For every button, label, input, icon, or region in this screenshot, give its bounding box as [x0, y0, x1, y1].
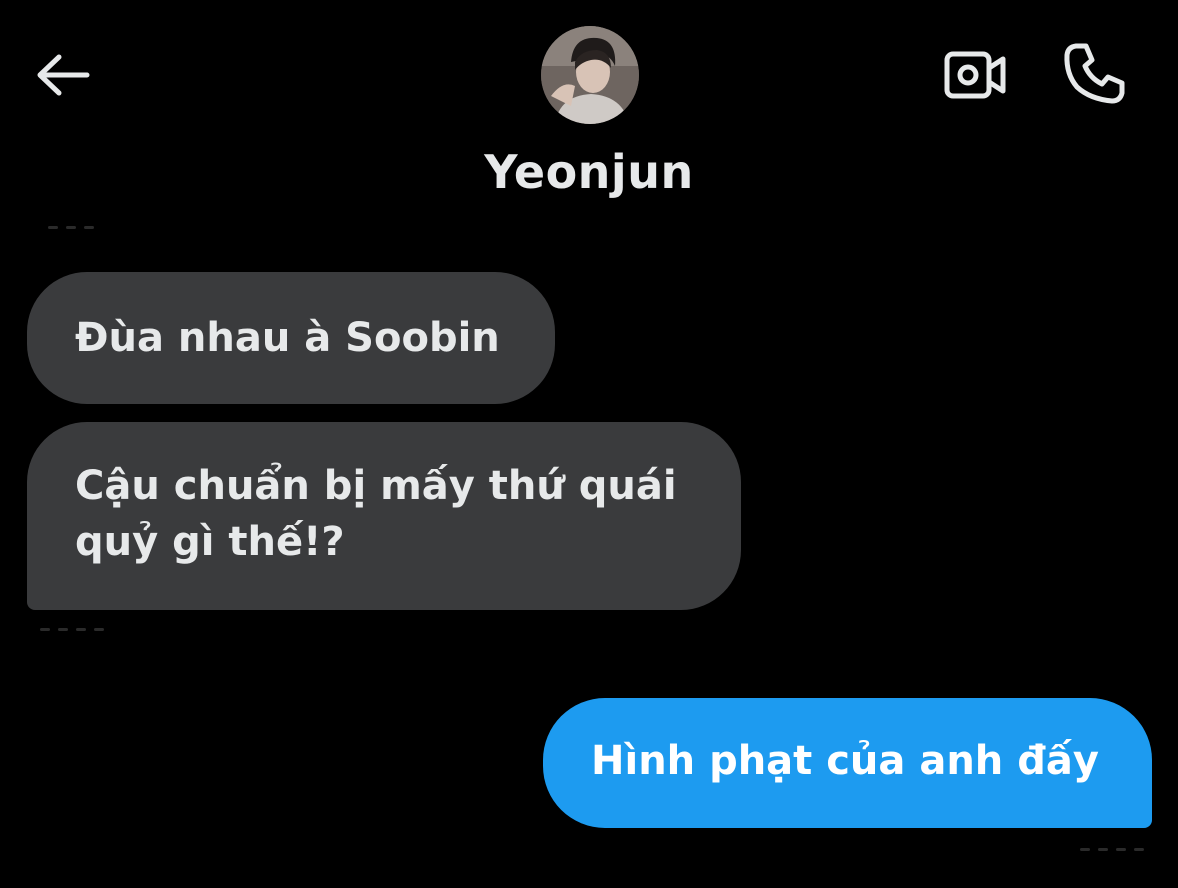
message-bubble-incoming[interactable]: Đùa nhau à Soobin — [27, 272, 555, 404]
back-button[interactable] — [30, 45, 94, 105]
divider — [1080, 848, 1144, 852]
avatar[interactable] — [541, 26, 639, 124]
message-bubble-outgoing[interactable]: Hình phạt của anh đấy — [543, 698, 1152, 828]
contact-name[interactable]: Yeonjun — [0, 145, 1178, 199]
divider — [40, 628, 104, 632]
message-bubble-incoming[interactable]: Cậu chuẩn bị mấy thứ quái quỷ gì thế!? — [27, 422, 741, 610]
video-call-button[interactable] — [940, 42, 1010, 108]
video-camera-icon — [944, 51, 1006, 99]
divider — [48, 226, 94, 230]
voice-call-button[interactable] — [1058, 36, 1132, 110]
avatar-image — [541, 26, 639, 124]
phone-icon — [1064, 43, 1125, 104]
arrow-left-icon — [37, 54, 90, 96]
chat-header: Yeonjun — [0, 0, 1178, 210]
